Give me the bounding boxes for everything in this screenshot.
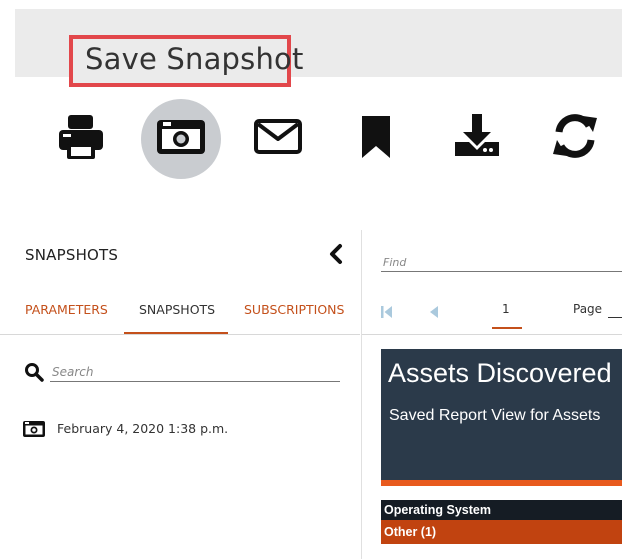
envelope-icon[interactable]: [248, 106, 308, 166]
page-input[interactable]: [608, 317, 622, 318]
print-icon[interactable]: [51, 106, 111, 166]
panel-title: SNAPSHOTS: [25, 246, 119, 264]
tab-parameters[interactable]: PARAMETERS: [25, 302, 108, 317]
current-page-number[interactable]: 1: [502, 302, 510, 316]
camera-icon: [151, 106, 211, 166]
search-icon: [24, 362, 44, 382]
first-page-icon[interactable]: [381, 303, 393, 318]
panel-divider: [361, 230, 362, 559]
report-subtitle: Saved Report View for Assets: [389, 407, 601, 424]
refresh-icon[interactable]: [545, 106, 605, 166]
download-icon[interactable]: [447, 106, 507, 166]
tab-snapshots[interactable]: SNAPSHOTS: [139, 302, 215, 317]
report-header: Assets Discovered Saved Report View for …: [381, 349, 622, 486]
divider: [0, 334, 360, 335]
current-page-indicator: [492, 327, 522, 329]
tab-subscriptions[interactable]: SUBSCRIPTIONS: [244, 302, 344, 317]
snapshot-list-item[interactable]: February 4, 2020 1:38 p.m.: [57, 421, 228, 436]
snapshot-camera-icon: [22, 418, 46, 438]
tooltip-label: Save Snapshot: [85, 42, 304, 76]
group-row[interactable]: Other (1): [381, 520, 622, 544]
group-row-label: Other (1): [384, 525, 437, 539]
collapse-panel-icon[interactable]: [326, 243, 346, 265]
group-header: Operating System: [381, 500, 622, 520]
group-header-label: Operating System: [384, 503, 491, 517]
previous-page-icon[interactable]: [429, 303, 439, 318]
report-accent-bar: [381, 480, 622, 486]
find-input[interactable]: [381, 254, 622, 272]
report-title: Assets Discovered: [388, 358, 612, 388]
viewer-divider: [362, 334, 622, 335]
page-label: Page: [573, 302, 603, 316]
bookmark-icon[interactable]: [346, 106, 406, 166]
search-input[interactable]: [50, 362, 340, 382]
